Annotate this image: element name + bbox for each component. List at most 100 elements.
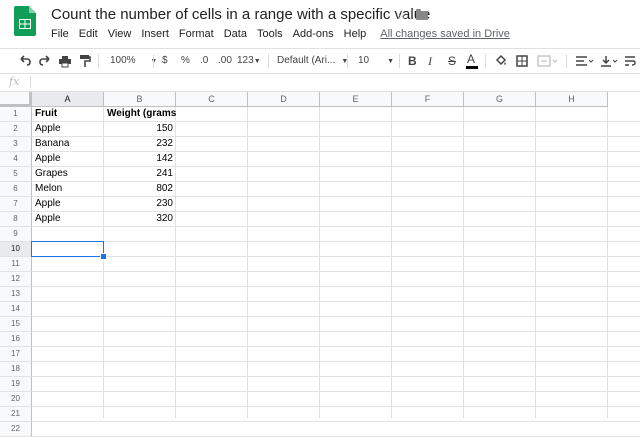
grid-line [32,376,640,377]
grid-line [247,107,248,418]
currency-format-button[interactable]: $ [162,53,168,69]
select-all-corner[interactable] [0,92,32,107]
row-header-22[interactable]: 22 [0,422,32,437]
zoom-select[interactable]: 100% ▼ [110,53,157,70]
percent-format-button[interactable]: % [181,53,190,69]
horizontal-align-icon[interactable] [575,53,595,69]
cell-b3[interactable]: 232 [104,137,176,152]
vertical-align-icon[interactable] [600,53,620,69]
font-family-select[interactable]: Default (Ari... ▼ [277,53,348,70]
grid-line [607,107,608,418]
menu-help[interactable]: Help [344,28,367,40]
spreadsheet-grid[interactable]: A B C D E F G H 1 2 3 4 5 6 7 8 9 10 11 12 13 14 15 16 17 18 19 20 2… [0,92,640,437]
redo-icon[interactable] [38,53,52,69]
row-header-5[interactable]: 5 [0,167,32,182]
row-header-14[interactable]: 14 [0,302,32,317]
cell-b5[interactable]: 241 [104,167,176,182]
menu-file[interactable]: File [51,28,69,40]
row-header-6[interactable]: 6 [0,182,32,197]
cell-b1[interactable]: Weight (grams) [104,107,176,122]
undo-icon[interactable] [18,53,32,69]
column-header-e[interactable]: E [320,92,392,107]
borders-icon[interactable] [515,53,529,69]
row-header-7[interactable]: 7 [0,197,32,212]
column-header-a[interactable]: A [32,92,104,107]
menu-tools[interactable]: Tools [257,28,283,40]
star-icon[interactable]: ☆ [395,6,408,23]
fill-color-icon[interactable] [494,53,508,69]
grid-line [32,241,640,242]
paint-format-icon[interactable] [78,53,92,69]
save-status-link[interactable]: All changes saved in Drive [380,28,510,40]
row-header-12[interactable]: 12 [0,272,32,287]
menu-format[interactable]: Format [179,28,214,40]
row-header-18[interactable]: 18 [0,362,32,377]
row-header-1[interactable]: 1 [0,107,32,122]
column-header-g[interactable]: G [464,92,536,107]
text-wrap-icon[interactable] [624,53,636,69]
menu-addons[interactable]: Add-ons [293,28,334,40]
cell-b4[interactable]: 142 [104,152,176,167]
cell-a3[interactable]: Banana [32,137,104,152]
zoom-value: 100% [110,55,136,66]
cell-a1[interactable]: Fruit [32,107,104,122]
grid-line [463,107,464,418]
menu-data[interactable]: Data [224,28,247,40]
column-header-d[interactable]: D [248,92,320,107]
column-header-b[interactable]: B [104,92,176,107]
italic-button[interactable]: I [428,53,432,69]
row-header-11[interactable]: 11 [0,257,32,272]
font-size-value: 10 [358,55,370,66]
document-title[interactable]: Count the number of cells in a range wit… [51,6,430,23]
cell-b8[interactable]: 320 [104,212,176,227]
cell-a2[interactable]: Apple [32,122,104,137]
row-header-15[interactable]: 15 [0,317,32,332]
row-header-9[interactable]: 9 [0,227,32,242]
increase-decimal-button[interactable]: .00 [218,53,232,69]
formula-bar[interactable]: fx [0,73,640,92]
sheets-logo-icon[interactable] [14,6,36,36]
more-formats-button[interactable]: 123▼ [237,53,261,70]
print-icon[interactable] [58,53,72,69]
folder-icon[interactable] [416,9,428,20]
selected-cell-outline[interactable] [31,241,104,257]
row-header-4[interactable]: 4 [0,152,32,167]
cell-a5[interactable]: Grapes [32,167,104,182]
menu-insert[interactable]: Insert [141,28,169,40]
cell-a4[interactable]: Apple [32,152,104,167]
cell-b6[interactable]: 802 [104,182,176,197]
merge-cells-icon[interactable] [537,53,557,69]
bold-button[interactable]: B [408,53,417,69]
menu-edit[interactable]: Edit [79,28,98,40]
menu-bar: File Edit View Insert Format Data Tools … [51,28,520,40]
text-color-button[interactable]: A [466,52,478,69]
grid-line [32,331,640,332]
menu-view[interactable]: View [108,28,132,40]
row-header-21[interactable]: 21 [0,407,32,422]
row-header-16[interactable]: 16 [0,332,32,347]
row-header-8[interactable]: 8 [0,212,32,227]
row-header-10[interactable]: 10 [0,242,32,257]
column-header-c[interactable]: C [176,92,248,107]
row-header-13[interactable]: 13 [0,287,32,302]
column-header-h[interactable]: H [536,92,608,107]
cell-a7[interactable]: Apple [32,197,104,212]
cell-a6[interactable]: Melon [32,182,104,197]
cell-a8[interactable]: Apple [32,212,104,227]
row-header-20[interactable]: 20 [0,392,32,407]
row-header-19[interactable]: 19 [0,377,32,392]
row-header-17[interactable]: 17 [0,347,32,362]
cell-b2[interactable]: 150 [104,122,176,137]
cell-b7[interactable]: 230 [104,197,176,212]
grid-line [32,391,640,392]
row-header-3[interactable]: 3 [0,137,32,152]
strikethrough-button[interactable]: S [448,53,456,69]
column-header-f[interactable]: F [392,92,464,107]
toolbar: 100% ▼ $ % .0 .00 123▼ Default (Ari...▼ … [0,48,640,74]
fill-handle[interactable] [100,253,107,260]
decrease-decimal-button[interactable]: .0 [200,53,208,69]
grid-line [319,107,320,418]
text-color-label: A [467,52,476,66]
row-header-2[interactable]: 2 [0,122,32,137]
font-size-select[interactable]: 10 ▼ [358,53,394,70]
